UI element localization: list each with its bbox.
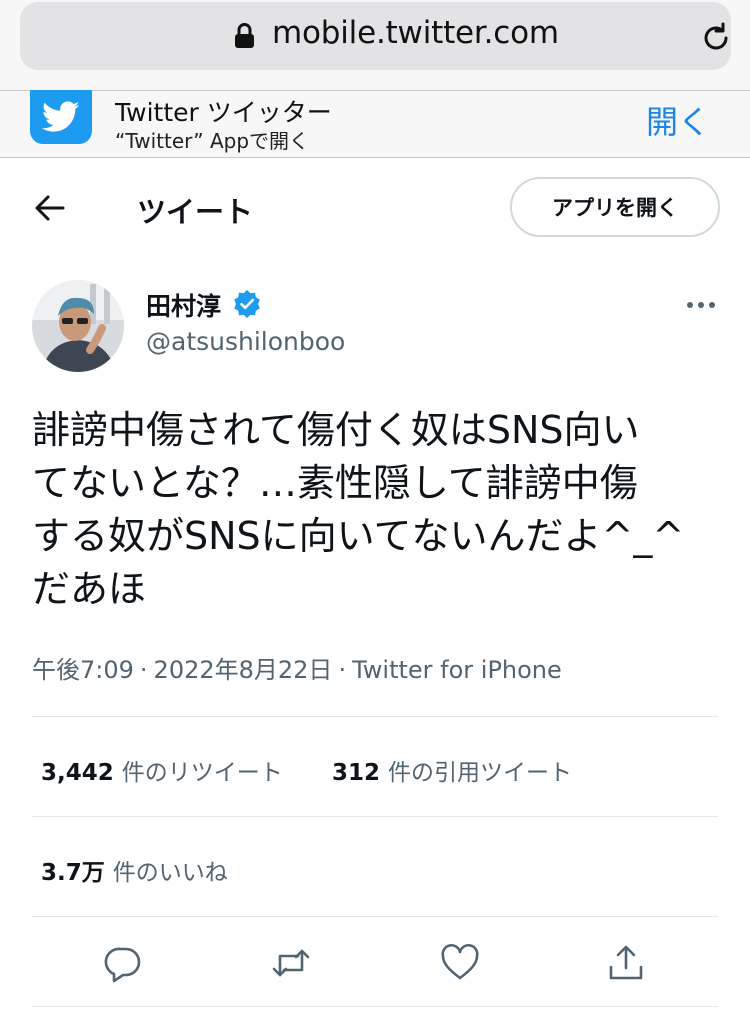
author-handle[interactable]: @atsushilonboo [146,327,345,356]
browser-toolbar: mobile.twitter.com [0,0,750,90]
quote-label: 件の引用ツイート [388,760,573,786]
banner-subtitle: “Twitter” Appで開く [115,129,310,153]
lock-icon [235,23,254,48]
retweet-label: 件のリツイート [121,760,283,786]
like-heart-icon[interactable] [440,943,480,983]
like-label: 件のいいね [112,860,228,886]
retweet-count: 3,442 [41,760,114,786]
tweet-source[interactable]: Twitter for iPhone [352,656,562,684]
tweet-text: 誹謗中傷されて傷付く奴はSNS向い てないとな？…素性隠して誹謗中傷 する奴がS… [32,408,685,611]
divider [32,716,718,717]
url-text: mobile.twitter.com [272,15,559,51]
address-bar[interactable]: mobile.twitter.com [20,2,731,70]
avatar[interactable] [32,280,124,372]
app-banner: Twitter ツイッター “Twitter” Appで開く 開く [0,90,750,158]
divider [32,1006,718,1007]
like-count: 3.7万 [41,860,105,886]
author-name[interactable]: 田村淳 [146,287,221,323]
retweet-count-stat[interactable]: 3,442 件のリツイート [41,753,283,787]
quote-count-stat[interactable]: 312 件の引用ツイート [332,753,572,787]
divider [32,816,718,817]
meta-separator: · [338,656,347,684]
back-arrow-icon[interactable] [34,194,66,222]
quote-count: 312 [332,760,381,786]
more-options-icon[interactable] [686,300,716,310]
tweet-meta: 午後7:09 · 2022年8月22日 · Twitter for iPhone [32,650,562,685]
tweet-date[interactable]: 2022年8月22日 [154,656,333,684]
reply-icon[interactable] [103,943,143,983]
banner-open-link[interactable]: 開く [646,97,710,143]
like-count-stat[interactable]: 3.7万 件のいいね [41,853,228,887]
verified-badge-icon [234,290,260,318]
banner-title: Twitter ツイッター [115,98,332,127]
divider [32,916,718,917]
page-title: ツイート [137,195,254,229]
meta-separator: · [139,656,148,684]
share-icon[interactable] [606,943,646,983]
tweet-time[interactable]: 午後7:09 [32,656,134,684]
open-app-button[interactable]: アプリを開く [510,177,720,237]
reload-icon[interactable] [699,21,733,55]
retweet-icon[interactable] [271,943,311,983]
twitter-logo-icon [30,90,92,144]
